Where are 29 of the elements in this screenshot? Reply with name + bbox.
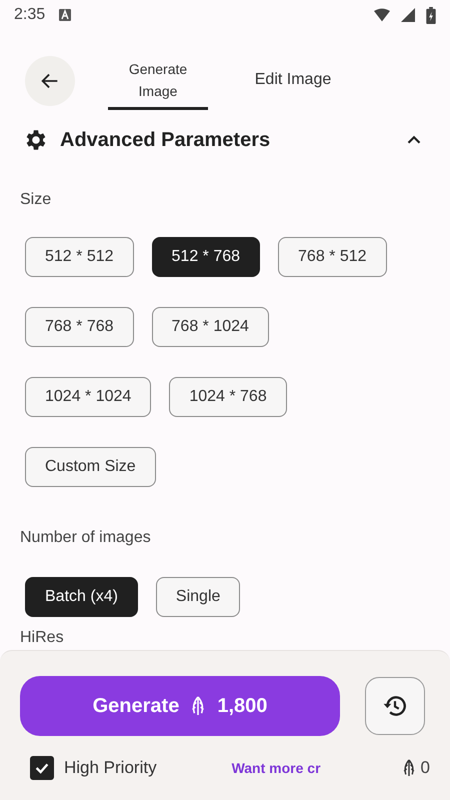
field-label: HiRes: [20, 629, 65, 647]
checkbox-label: High Priority: [64, 758, 157, 778]
status-time: 2:35: [14, 6, 46, 24]
image-count-option[interactable]: Single: [156, 577, 240, 617]
history-button[interactable]: [365, 677, 425, 735]
tab[interactable]: Generate Image: [108, 52, 208, 110]
credit-balance: 0: [420, 758, 430, 778]
size-option[interactable]: 768 * 768: [25, 307, 134, 347]
size-option[interactable]: 512 * 512: [25, 237, 134, 277]
wifi-icon: [374, 8, 390, 22]
signal-icon: [400, 8, 416, 22]
battery-icon: [426, 6, 436, 24]
history-icon: [382, 693, 408, 719]
section-title: Advanced Parameters: [60, 128, 270, 152]
size-option[interactable]: 1024 * 768: [169, 377, 287, 417]
size-option[interactable]: 768 * 1024: [152, 307, 269, 347]
size-option[interactable]: 512 * 768: [152, 237, 260, 277]
checkbox[interactable]: [30, 756, 54, 780]
image-count-option[interactable]: Batch (x4): [25, 577, 138, 617]
credits-link[interactable]: Want more cr: [232, 760, 321, 776]
back-button[interactable]: [25, 56, 75, 106]
notification-icon: [59, 9, 72, 21]
generate-button[interactable]: Generate 1,800: [20, 676, 340, 736]
size-option[interactable]: 768 * 512: [278, 237, 387, 277]
field-label: Size: [20, 191, 52, 209]
field-label: Number of images: [20, 529, 152, 547]
size-option[interactable]: Custom Size: [25, 447, 156, 487]
tab[interactable]: Edit Image: [233, 52, 353, 110]
size-option[interactable]: 1024 * 1024: [25, 377, 152, 417]
